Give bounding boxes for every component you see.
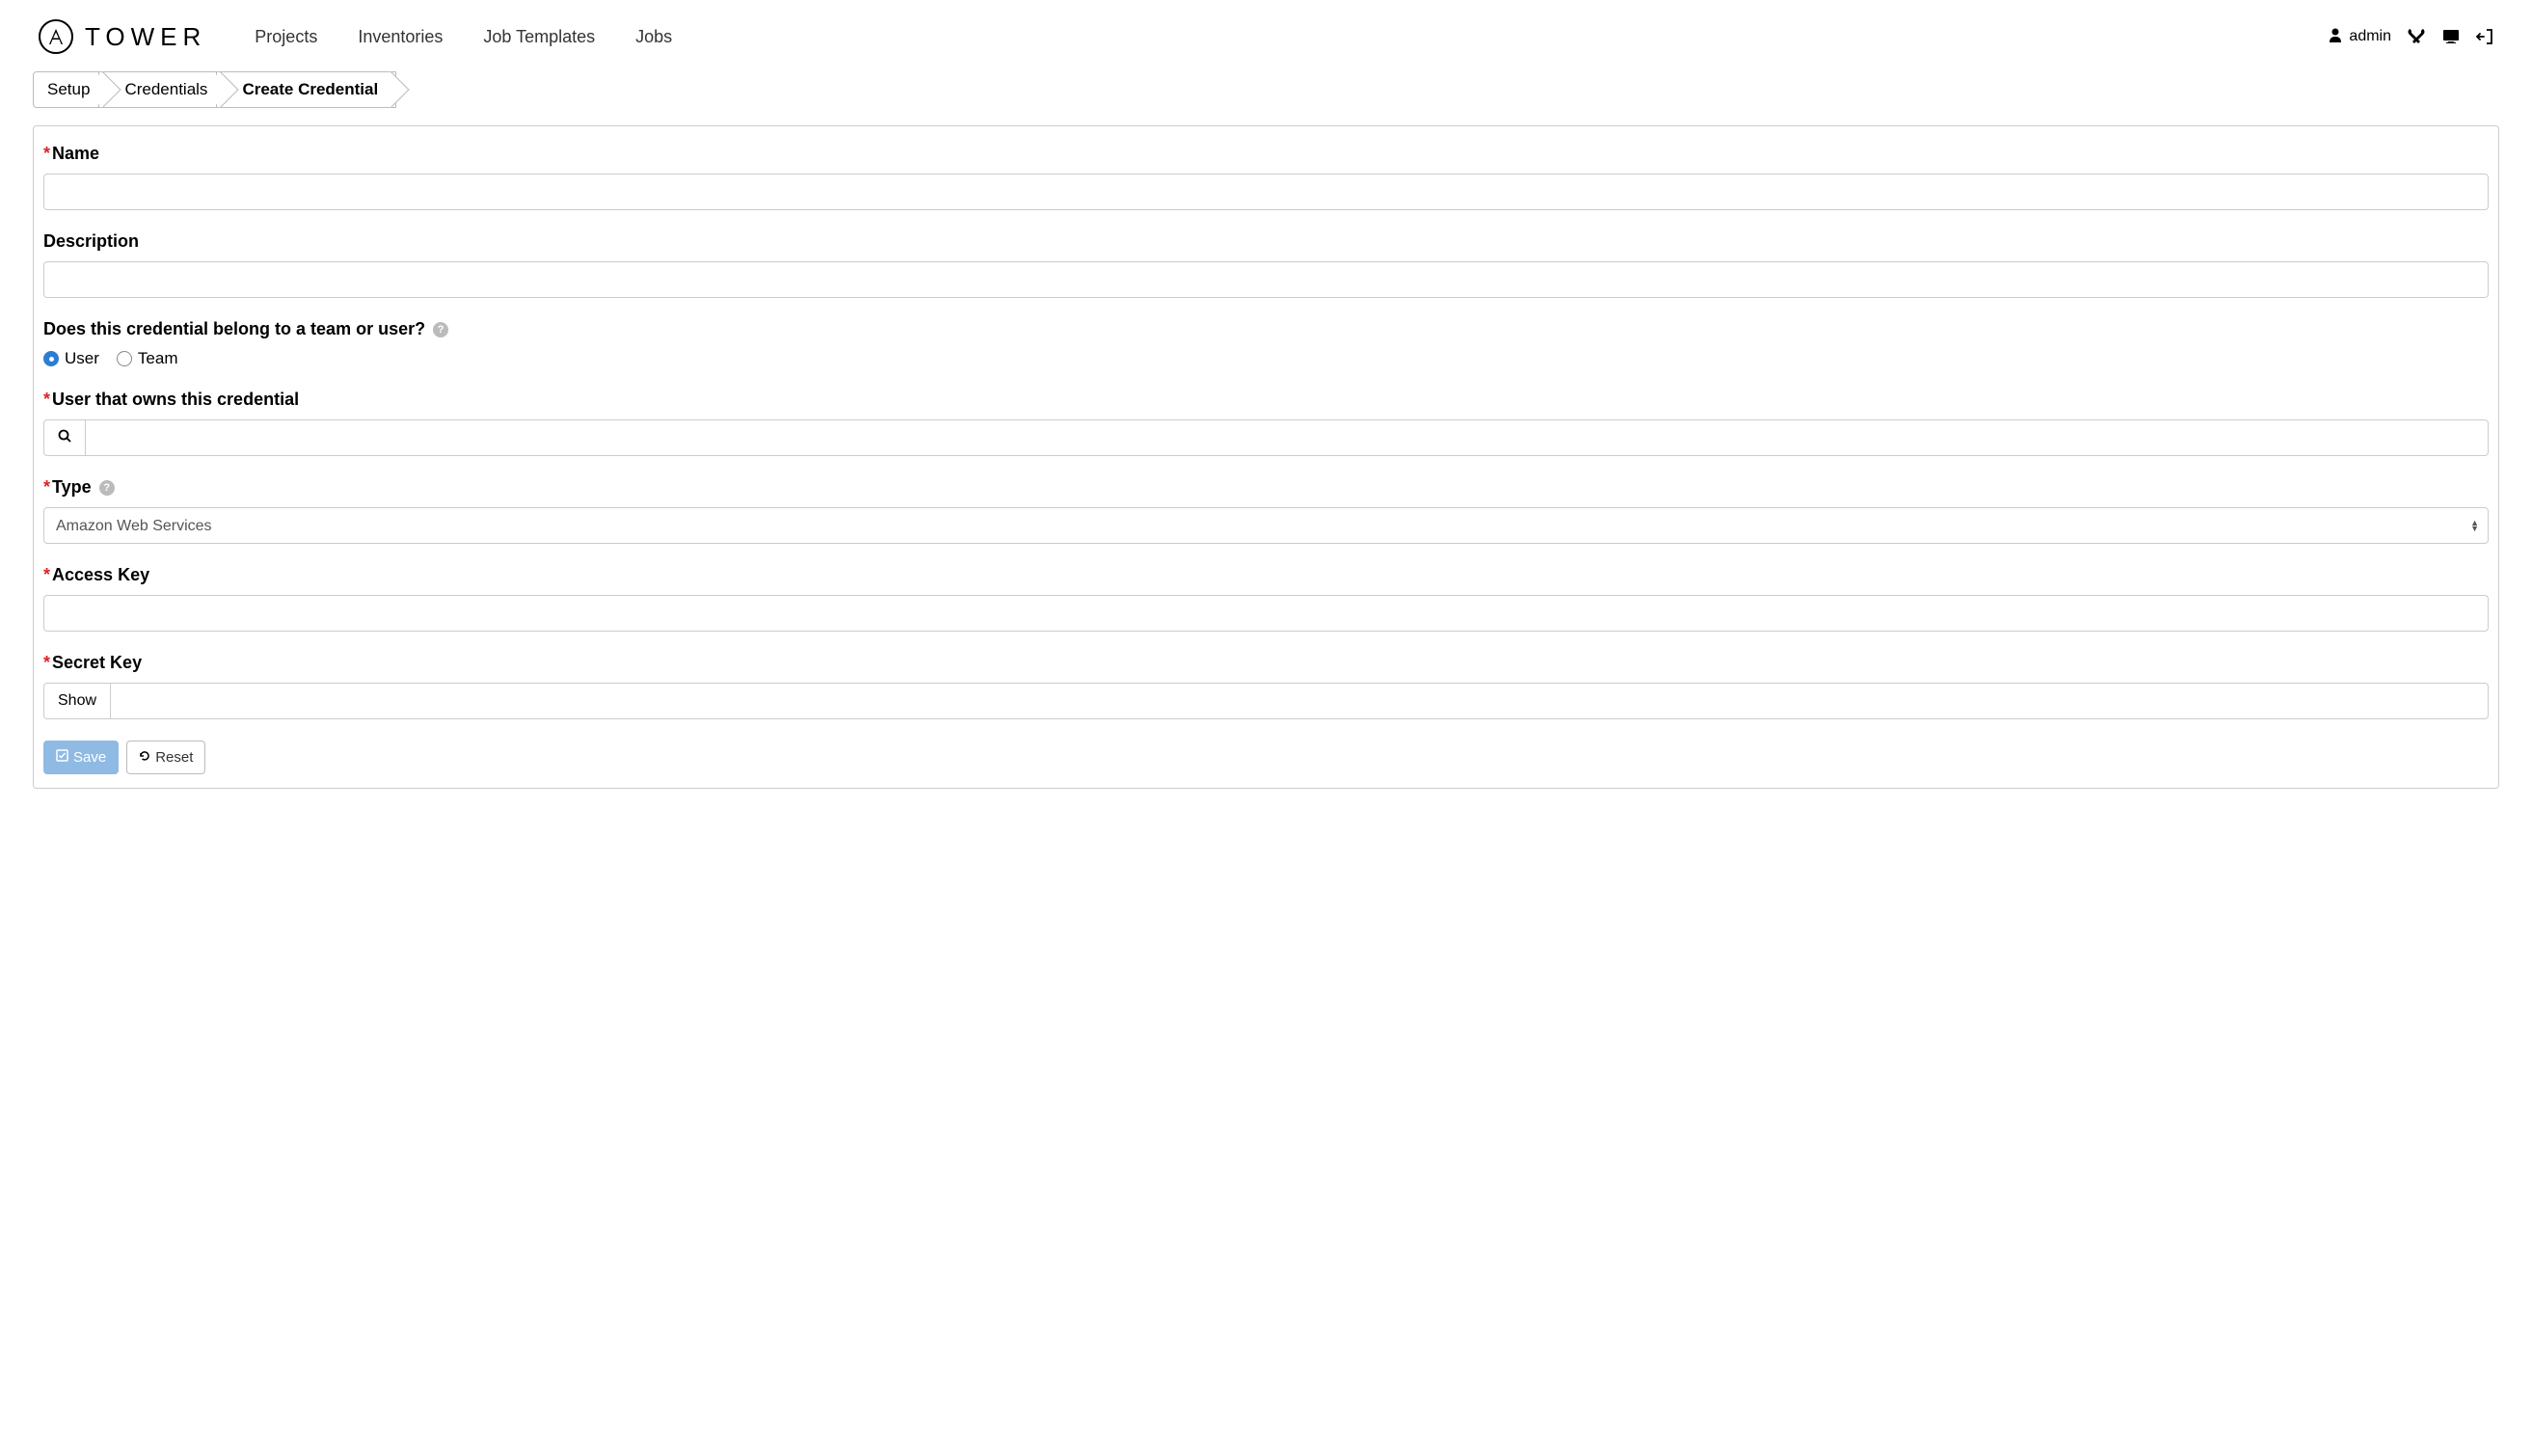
nav-projects[interactable]: Projects	[255, 27, 317, 47]
check-icon	[56, 749, 68, 766]
field-secret-key: *Secret Key Show	[43, 653, 2489, 719]
radio-team-circle	[117, 351, 132, 366]
nav-job-templates[interactable]: Job Templates	[483, 27, 595, 47]
user-label: admin	[2349, 28, 2391, 45]
form-actions: Save Reset	[43, 741, 2489, 774]
logout-icon[interactable]	[2476, 28, 2493, 45]
field-access-key: *Access Key	[43, 565, 2489, 632]
radio-user[interactable]: User	[43, 349, 99, 368]
logo-icon	[39, 19, 73, 54]
header-left: TOWER Projects Inventories Job Templates…	[39, 19, 672, 54]
access-key-label: Access Key	[52, 565, 149, 584]
description-label: Description	[43, 231, 139, 252]
user-menu[interactable]: admin	[2328, 27, 2391, 47]
form-panel: *Name Description Does this credential b…	[33, 125, 2499, 789]
monitor-icon[interactable]	[2441, 29, 2461, 44]
type-select[interactable]: Amazon Web Services	[43, 507, 2489, 544]
main-header: TOWER Projects Inventories Job Templates…	[0, 0, 2532, 64]
user-icon	[2328, 27, 2343, 47]
breadcrumb-setup[interactable]: Setup	[33, 71, 108, 108]
user-owns-label: User that owns this credential	[52, 390, 299, 409]
field-owner-type: Does this credential belong to a team or…	[43, 319, 2489, 368]
nav-jobs[interactable]: Jobs	[635, 27, 672, 47]
name-label: Name	[52, 144, 99, 163]
reset-button[interactable]: Reset	[126, 741, 205, 774]
name-input[interactable]	[43, 174, 2489, 210]
breadcrumb-create-credential[interactable]: Create Credential	[216, 71, 396, 108]
owner-question-label: Does this credential belong to a team or…	[43, 319, 425, 339]
field-name: *Name	[43, 144, 2489, 210]
show-secret-button[interactable]: Show	[43, 683, 110, 719]
secret-key-label: Secret Key	[52, 653, 142, 672]
radio-team-label: Team	[138, 349, 178, 368]
type-label: Type	[52, 477, 92, 497]
header-right: admin	[2328, 27, 2493, 47]
access-key-input[interactable]	[43, 595, 2489, 632]
field-type: *Type ? Amazon Web Services ▲▼	[43, 477, 2489, 544]
user-owns-input[interactable]	[85, 419, 2489, 456]
radio-user-circle	[43, 351, 59, 366]
secret-key-input[interactable]	[110, 683, 2489, 719]
help-icon[interactable]: ?	[99, 480, 115, 496]
main-nav: Projects Inventories Job Templates Jobs	[255, 27, 672, 47]
radio-team[interactable]: Team	[117, 349, 178, 368]
description-input[interactable]	[43, 261, 2489, 298]
radio-user-label: User	[65, 349, 99, 368]
field-description: Description	[43, 231, 2489, 298]
breadcrumb: Setup Credentials Create Credential	[0, 64, 2532, 108]
user-lookup-button[interactable]	[43, 419, 85, 456]
search-icon	[58, 429, 71, 447]
tools-icon[interactable]	[2407, 28, 2426, 45]
logo[interactable]: TOWER	[39, 19, 206, 54]
help-icon[interactable]: ?	[433, 322, 448, 337]
save-button[interactable]: Save	[43, 741, 119, 774]
logo-text: TOWER	[85, 22, 206, 52]
field-user-owns: *User that owns this credential	[43, 390, 2489, 456]
nav-inventories[interactable]: Inventories	[358, 27, 443, 47]
undo-icon	[139, 749, 150, 766]
